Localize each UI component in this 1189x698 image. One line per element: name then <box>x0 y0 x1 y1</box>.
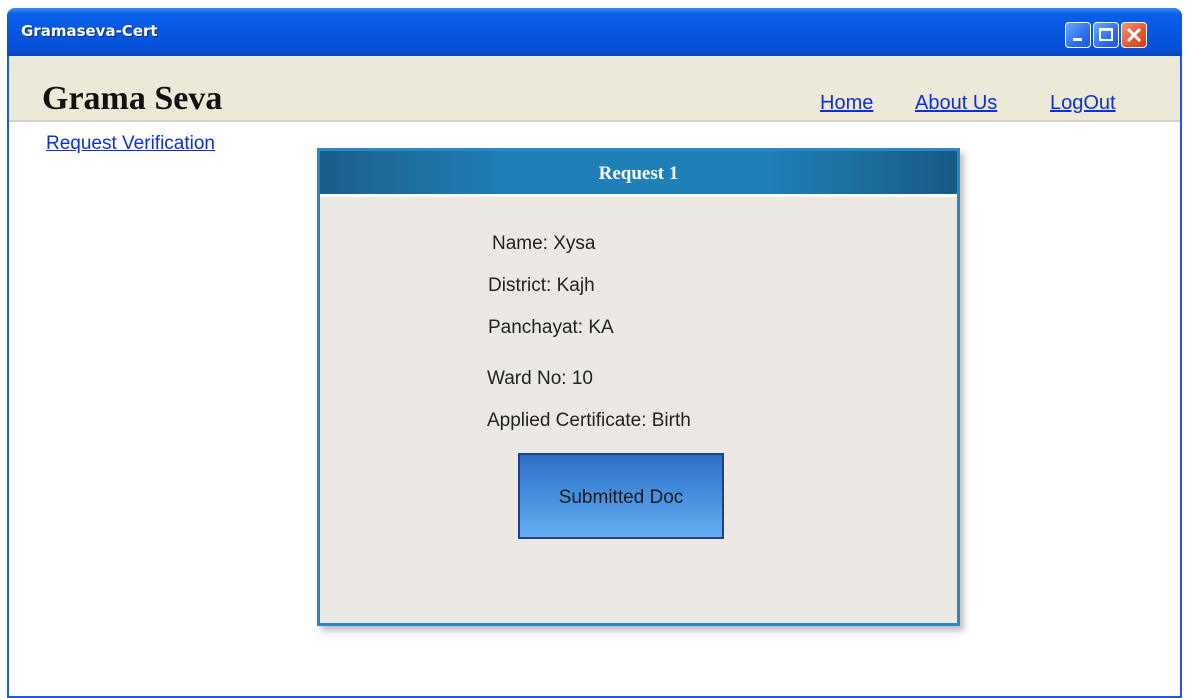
request-card-title: Request 1 <box>598 163 679 184</box>
applied-certificate: Applied Certificate: Birth <box>487 410 691 431</box>
request-card-header: Request 1 <box>320 151 957 197</box>
applicant-district: District: Kajh <box>488 275 595 296</box>
submitted-doc-button[interactable]: Submitted Doc <box>518 453 724 539</box>
close-button[interactable] <box>1121 22 1147 48</box>
nav-logout-link[interactable]: LogOut <box>1050 92 1116 115</box>
minimize-button[interactable] <box>1065 22 1091 48</box>
applicant-panchayat: Panchayat: KA <box>488 317 614 338</box>
minimize-icon <box>1073 38 1082 41</box>
submitted-doc-label: Submitted Doc <box>558 487 684 508</box>
window-title: Gramaseva-Cert <box>21 22 158 40</box>
window-titlebar[interactable]: Gramaseva-Cert <box>7 8 1182 56</box>
close-icon <box>1126 27 1142 43</box>
nav-home-link[interactable]: Home <box>820 92 873 115</box>
maximize-button[interactable] <box>1093 22 1119 48</box>
site-header: Grama Seva Home About Us LogOut <box>9 56 1180 122</box>
request-verification-link[interactable]: Request Verification <box>46 133 215 155</box>
maximize-icon <box>1099 28 1113 41</box>
nav-about-link[interactable]: About Us <box>915 92 997 115</box>
app-window: Gramaseva-Cert Grama Seva Home About Us … <box>7 8 1182 698</box>
request-card: Request 1 Name: Xysa District: Kajh Panc… <box>317 148 960 626</box>
applicant-ward: Ward No: 10 <box>487 368 593 389</box>
applicant-name: Name: Xysa <box>492 233 596 254</box>
site-title: Grama Seva <box>42 80 223 117</box>
